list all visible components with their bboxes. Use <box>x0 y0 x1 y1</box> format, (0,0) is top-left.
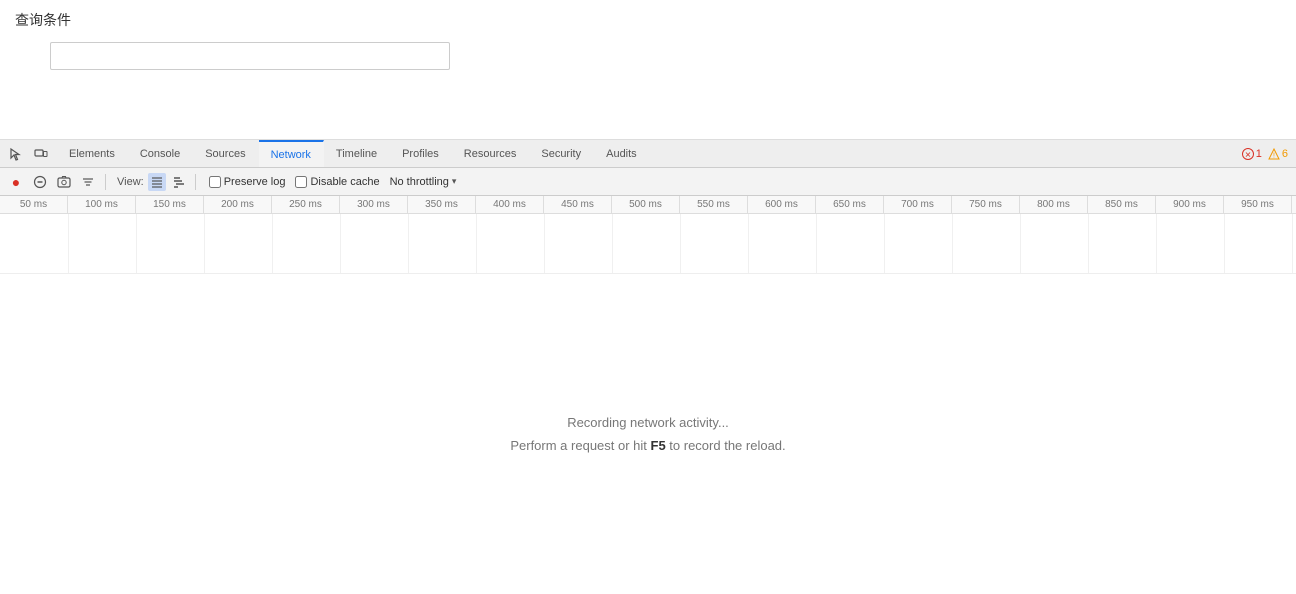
grid-line <box>748 214 749 273</box>
ruler-tick: 300 ms <box>340 196 408 213</box>
ruler-tick: 500 ms <box>612 196 680 213</box>
tab-security[interactable]: Security <box>529 140 594 167</box>
filter-button[interactable] <box>78 172 98 192</box>
recording-line2: Perform a request or hit F5 to record th… <box>510 434 785 457</box>
tab-elements[interactable]: Elements <box>57 140 128 167</box>
tab-audits[interactable]: Audits <box>594 140 650 167</box>
waterfall-view-button[interactable] <box>170 173 188 191</box>
recording-line1: Recording network activity... <box>510 411 785 434</box>
grid-line <box>1088 214 1089 273</box>
ruler-tick: 850 ms <box>1088 196 1156 213</box>
ruler-tick: 250 ms <box>272 196 340 213</box>
grid-line <box>952 214 953 273</box>
tab-bar: ElementsConsoleSourcesNetworkTimelinePro… <box>0 140 1296 168</box>
disable-cache-checkbox[interactable] <box>295 176 307 188</box>
ruler-tick: 650 ms <box>816 196 884 213</box>
throttle-arrow-icon: ▾ <box>452 176 457 187</box>
disable-cache-group: Disable cache <box>295 176 379 188</box>
grid-line <box>272 214 273 273</box>
svg-text:!: ! <box>1273 152 1275 159</box>
network-empty-state: Recording network activity... Perform a … <box>0 274 1296 594</box>
ruler-tick: 700 ms <box>884 196 952 213</box>
grid-line <box>204 214 205 273</box>
throttle-value: No throttling <box>390 176 449 188</box>
grid-line <box>136 214 137 273</box>
tab-bar-right: ✕ 1 ! 6 <box>1242 148 1296 160</box>
ruler-tick: 350 ms <box>408 196 476 213</box>
ruler-tick: 950 ms <box>1224 196 1292 213</box>
ruler-tick: 400 ms <box>476 196 544 213</box>
devtools-left-icons <box>0 140 57 167</box>
error-badge: ✕ 1 <box>1242 148 1262 160</box>
devtools-panel: ElementsConsoleSourcesNetworkTimelinePro… <box>0 140 1296 594</box>
tab-sources[interactable]: Sources <box>193 140 258 167</box>
grid-line <box>884 214 885 273</box>
grid-line <box>1020 214 1021 273</box>
grid-line <box>1292 214 1293 273</box>
ruler-tick: 600 ms <box>748 196 816 213</box>
ruler-tick: 50 ms <box>0 196 68 213</box>
recording-line2-prefix: Perform a request or hit <box>510 438 650 453</box>
grid-line <box>612 214 613 273</box>
grid-line <box>680 214 681 273</box>
grid-line <box>1224 214 1225 273</box>
grid-line <box>476 214 477 273</box>
ruler-tick: 150 ms <box>136 196 204 213</box>
record-button[interactable]: ● <box>6 172 26 192</box>
tab-timeline[interactable]: Timeline <box>324 140 390 167</box>
ruler-tick: 100 ms <box>68 196 136 213</box>
svg-text:✕: ✕ <box>1244 150 1251 159</box>
preserve-log-group: Preserve log <box>209 176 286 188</box>
network-toolbar: ● View: <box>0 168 1296 196</box>
list-view-button[interactable] <box>148 173 166 191</box>
grid-line <box>816 214 817 273</box>
ruler-tick: 550 ms <box>680 196 748 213</box>
warning-badge: ! 6 <box>1268 148 1288 160</box>
device-toolbar-icon[interactable] <box>31 144 51 164</box>
ruler-tick: 800 ms <box>1020 196 1088 213</box>
tab-network[interactable]: Network <box>259 140 324 167</box>
grid-line <box>544 214 545 273</box>
inspect-icon[interactable] <box>6 144 26 164</box>
timeline-grid <box>0 214 1296 274</box>
preserve-log-checkbox[interactable] <box>209 176 221 188</box>
grid-line <box>1156 214 1157 273</box>
grid-line <box>340 214 341 273</box>
stop-recording-button[interactable] <box>30 172 50 192</box>
separator-1 <box>105 174 106 190</box>
tab-console[interactable]: Console <box>128 140 193 167</box>
ruler-tick: 750 ms <box>952 196 1020 213</box>
view-label: View: <box>117 176 144 188</box>
separator-2 <box>195 174 196 190</box>
search-input[interactable] <box>50 42 450 70</box>
warning-count: 6 <box>1282 148 1288 160</box>
error-count: 1 <box>1256 148 1262 160</box>
recording-f5-key: F5 <box>651 438 666 453</box>
tab-profiles[interactable]: Profiles <box>390 140 452 167</box>
ruler-tick: 200 ms <box>204 196 272 213</box>
recording-line2-suffix: to record the reload. <box>666 438 786 453</box>
ruler-tick: 450 ms <box>544 196 612 213</box>
page-area: 查询条件 <box>0 0 1296 140</box>
recording-message: Recording network activity... Perform a … <box>510 411 785 458</box>
tab-list: ElementsConsoleSourcesNetworkTimelinePro… <box>57 140 650 167</box>
disable-cache-label[interactable]: Disable cache <box>310 176 379 188</box>
page-title: 查询条件 <box>15 10 1281 30</box>
timeline-ruler: 50 ms100 ms150 ms200 ms250 ms300 ms350 m… <box>0 196 1296 214</box>
preserve-log-label[interactable]: Preserve log <box>224 176 286 188</box>
capture-screenshots-button[interactable] <box>54 172 74 192</box>
tab-resources[interactable]: Resources <box>452 140 530 167</box>
grid-line <box>68 214 69 273</box>
grid-line <box>408 214 409 273</box>
throttle-dropdown[interactable]: No throttling ▾ <box>390 176 457 188</box>
ruler-tick: 900 ms <box>1156 196 1224 213</box>
